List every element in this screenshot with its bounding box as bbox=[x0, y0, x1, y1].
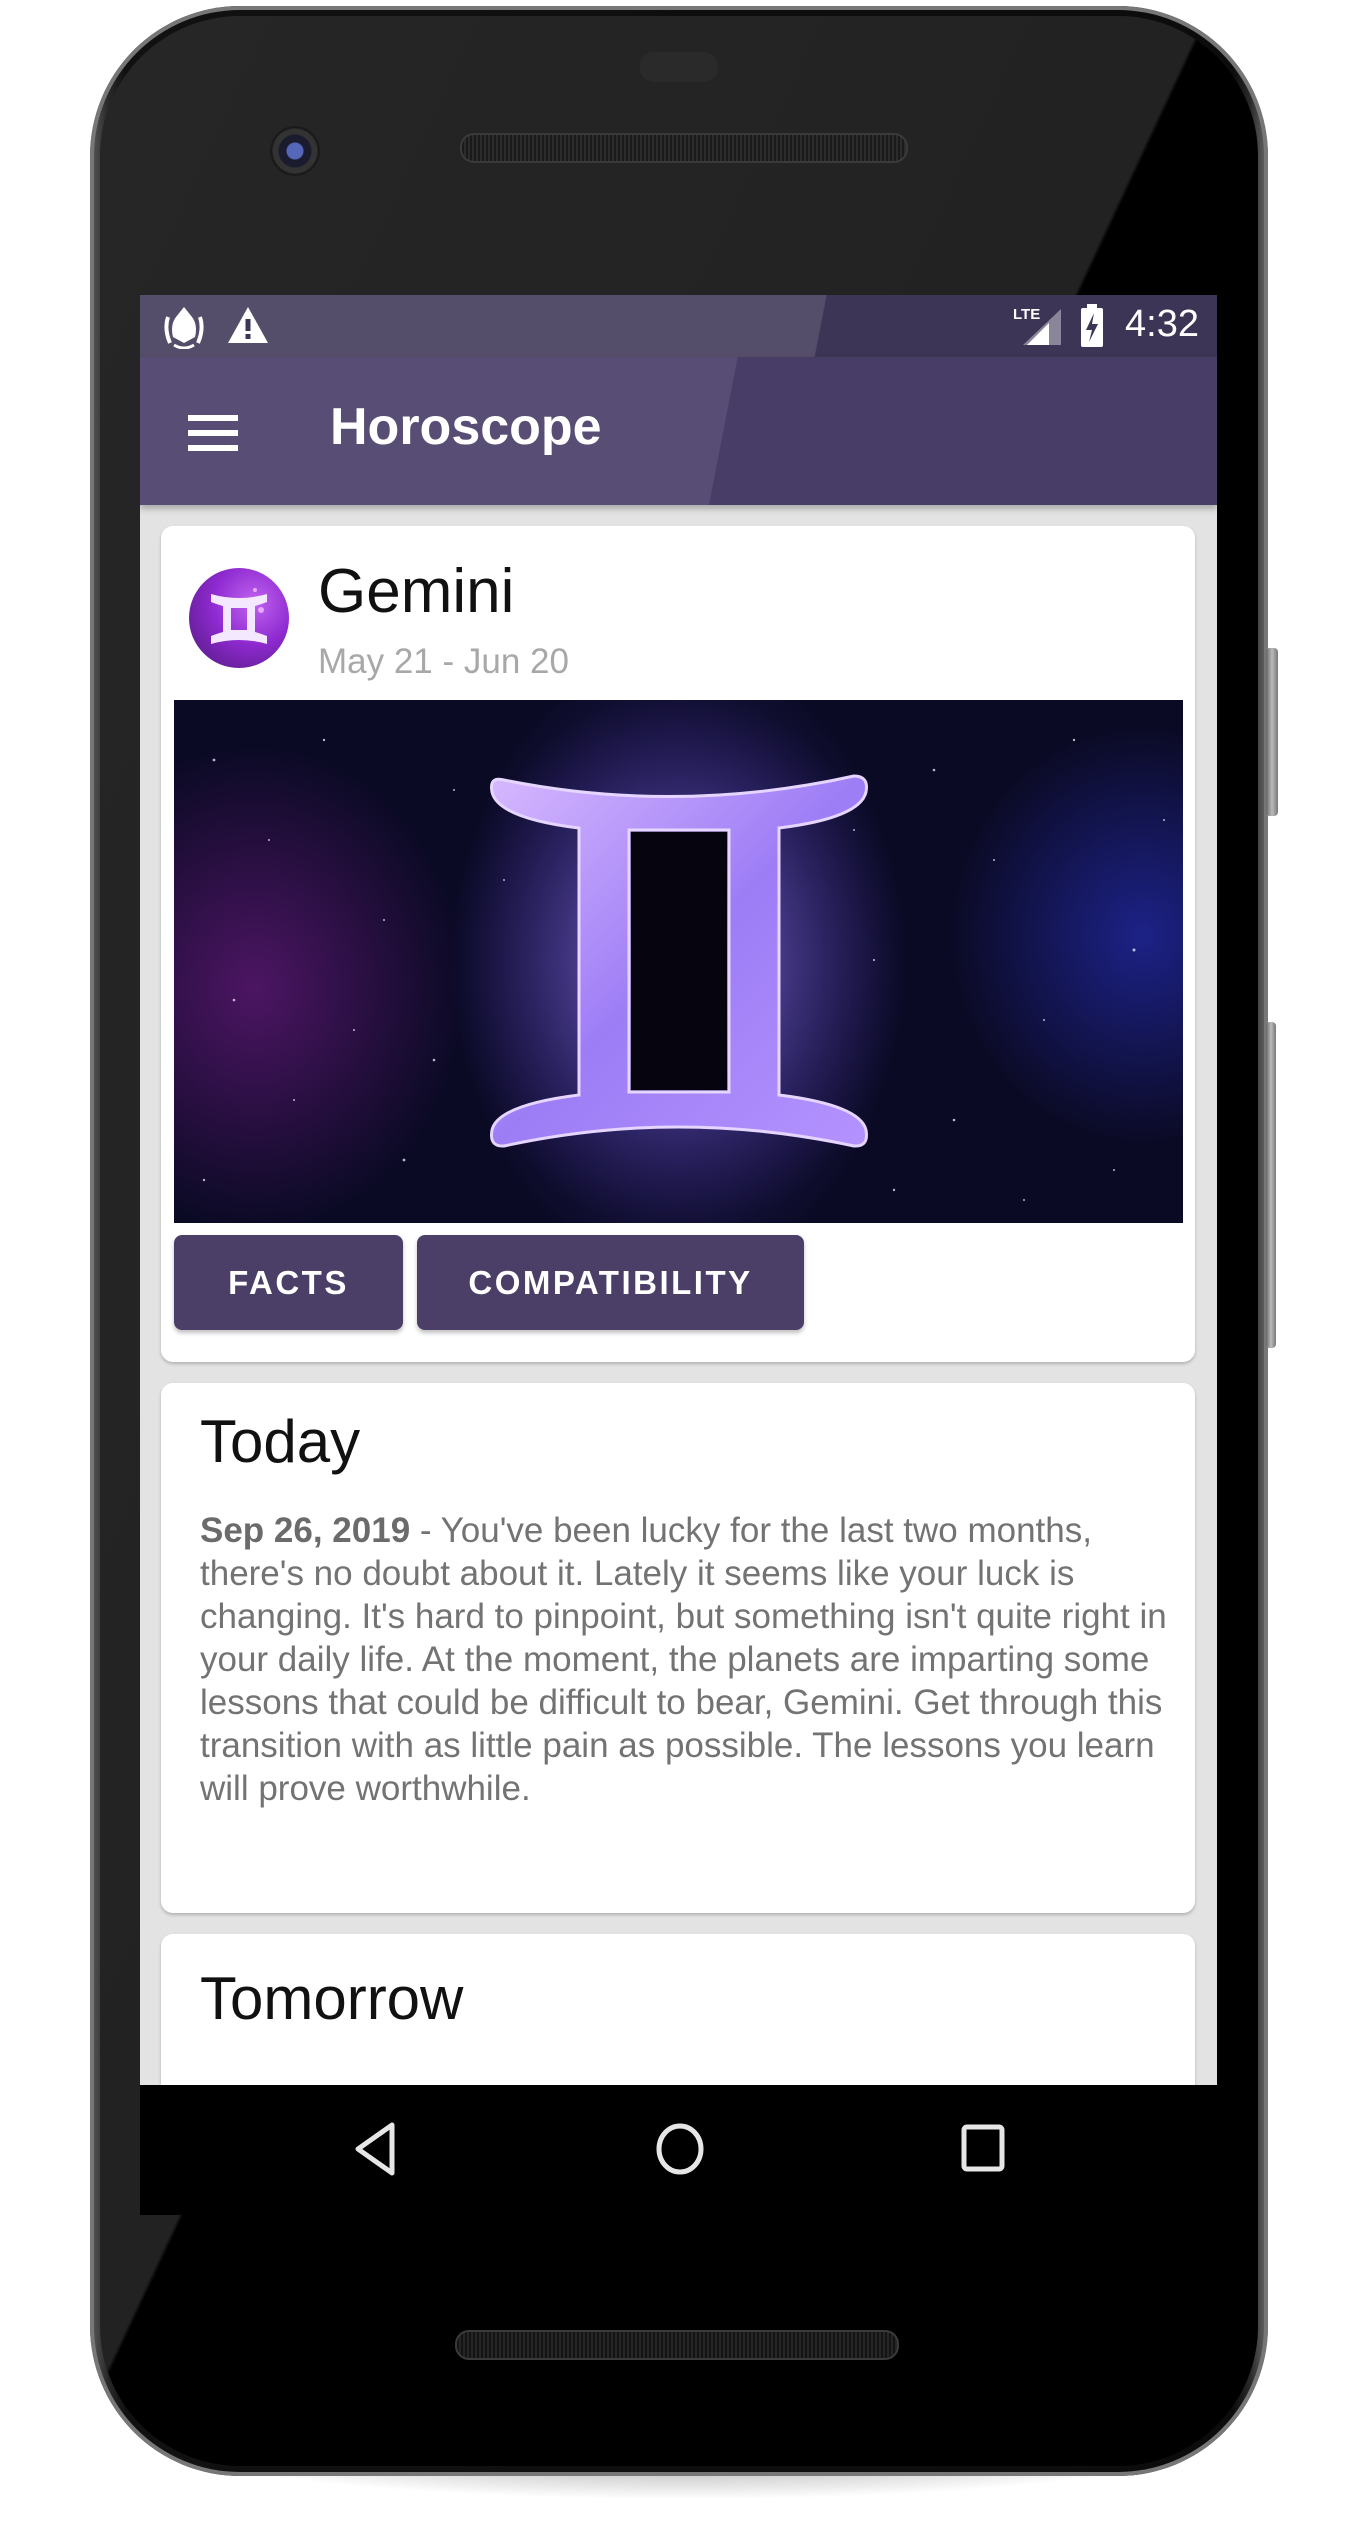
android-debug-icon bbox=[162, 303, 206, 350]
facts-button[interactable]: FACTS bbox=[174, 1235, 403, 1330]
compatibility-button[interactable]: COMPATIBILITY bbox=[417, 1235, 804, 1330]
today-text: You've been lucky for the last two month… bbox=[200, 1511, 1167, 1808]
tomorrow-card: Tomorrow bbox=[161, 1934, 1195, 2085]
screen: LTE 4:32 Horoscope Gemini May 21 - Jun 2… bbox=[140, 295, 1217, 2085]
hero-image bbox=[174, 700, 1183, 1223]
hamburger-menu-icon[interactable] bbox=[188, 415, 238, 451]
home-icon[interactable] bbox=[654, 2121, 706, 2177]
status-time: 4:32 bbox=[1125, 303, 1199, 345]
tomorrow-title: Tomorrow bbox=[200, 1965, 464, 2032]
front-camera bbox=[270, 126, 320, 176]
lte-signal-icon: LTE bbox=[1013, 305, 1065, 347]
warning-icon bbox=[227, 305, 269, 345]
gemini-symbol-icon bbox=[189, 568, 289, 668]
status-bar: LTE 4:32 bbox=[140, 295, 1217, 357]
sign-card: Gemini May 21 - Jun 20 FACTS COMPATIBILI… bbox=[161, 526, 1195, 1362]
sign-name: Gemini bbox=[318, 557, 515, 626]
back-icon[interactable] bbox=[352, 2121, 400, 2177]
app-title: Horoscope bbox=[330, 398, 602, 456]
volume-button bbox=[1266, 1022, 1276, 1348]
lte-label: LTE bbox=[1013, 306, 1040, 323]
recents-icon[interactable] bbox=[960, 2123, 1006, 2173]
today-card: Today Sep 26, 2019 - You've been lucky f… bbox=[161, 1383, 1195, 1913]
nav-bar bbox=[140, 2085, 1217, 2215]
battery-charging-icon bbox=[1079, 303, 1105, 349]
bottom-speaker bbox=[455, 2330, 899, 2360]
proximity-sensor bbox=[640, 52, 718, 82]
today-horoscope-text: Sep 26, 2019 - You've been lucky for the… bbox=[200, 1509, 1175, 1810]
earpiece-speaker bbox=[460, 133, 908, 163]
app-bar: Horoscope bbox=[140, 357, 1217, 505]
today-title: Today bbox=[200, 1408, 361, 1475]
power-button bbox=[1266, 648, 1278, 816]
today-date: Sep 26, 2019 bbox=[200, 1511, 411, 1550]
sign-dates: May 21 - Jun 20 bbox=[318, 642, 569, 681]
date-separator: - bbox=[410, 1511, 441, 1550]
